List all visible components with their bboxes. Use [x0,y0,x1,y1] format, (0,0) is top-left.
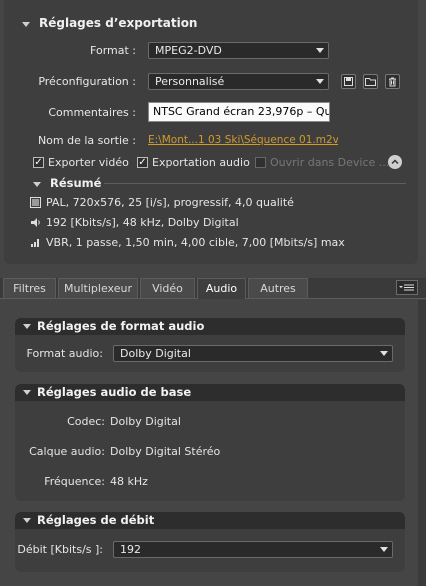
chevron-down-icon [316,48,324,53]
panel-menu-button[interactable] [396,280,418,295]
scrollbar[interactable] [418,300,426,586]
collapse-triangle-icon [23,518,31,523]
preset-dropdown[interactable]: Personnalisé [148,73,329,90]
preset-value: Personnalisé [155,75,225,88]
section-title: Réglages audio de base [37,385,192,399]
audio-format-dropdown[interactable]: Dolby Digital [113,345,393,362]
panel-title: Réglages d’exportation [39,16,198,30]
summary-collapse-triangle-icon[interactable] [33,182,41,187]
export-settings-panel: Réglages d’exportation Format : MPEG2-DV… [4,0,418,264]
tab-multiplexeur[interactable]: Multiplexeur [58,278,138,298]
output-path-link[interactable]: E:\Mont...1 03 Ski\Séquence 01.m2v [148,134,338,146]
section-header[interactable]: Réglages de format audio [15,318,405,335]
section-title: Réglages de débit [37,513,155,527]
collapse-triangle-icon[interactable] [22,22,30,27]
tab-audio[interactable]: Audio [197,278,246,299]
folder-icon [365,78,376,86]
menu-icon [399,284,414,291]
section-header[interactable]: Réglages de débit [15,512,405,529]
bitrate-dropdown[interactable]: 192 [113,541,393,558]
collapse-up-button[interactable] [388,155,402,169]
chevron-down-icon [316,79,324,84]
comments-label: Commentaires : [48,106,136,119]
trash-icon [389,77,396,86]
preset-label: Préconfiguration : [38,75,136,88]
frequency-value: 48 kHz [110,475,148,488]
section-title: Réglages de format audio [37,319,205,333]
tab-video[interactable]: Vidéo [140,278,195,298]
divider [104,183,406,184]
audio-format-section: Réglages de format audio Format audio: D… [15,318,405,372]
comments-field[interactable]: NTSC Grand écran 23,976p – Qualité [148,102,330,122]
audio-layer-label: Calque audio: [29,445,105,458]
section-header[interactable]: Réglages audio de base [15,384,405,401]
output-name-label: Nom de la sortie : [37,134,136,147]
audio-layer-value: Dolby Digital Stéréo [110,445,221,458]
export-video-checkbox[interactable]: ✓ [33,157,44,168]
save-icon [344,77,353,86]
tab-filtres[interactable]: Filtres [3,278,56,298]
codec-value: Dolby Digital [110,415,181,428]
delete-preset-button[interactable] [385,74,400,89]
summary-video: PAL, 720x576, 25 [i/s], progressif, 4,0 … [46,196,294,209]
speaker-icon [31,218,40,227]
summary-audio: 192 [Kbits/s], 48 kHz, Dolby Digital [46,216,239,229]
bitrate-value: 192 [120,543,141,556]
audio-format-label: Format audio: [26,347,103,360]
import-preset-button[interactable] [363,74,378,89]
summary-title: Résumé [50,176,102,190]
bitrate-bars-icon [31,239,39,247]
codec-label: Codec: [67,415,105,428]
chevron-down-icon [380,547,388,552]
bitrate-section: Réglages de débit Débit [Kbits/s ]: 192 [15,512,405,572]
collapse-triangle-icon [23,324,31,329]
save-preset-button[interactable] [341,74,356,89]
tab-autres[interactable]: Autres [248,278,308,298]
export-video-label: Exporter vidéo [48,156,129,169]
summary-bitrate: VBR, 1 passe, 1,50 min, 4,00 cible, 7,00… [46,236,345,249]
bitrate-label: Débit [Kbits/s ]: [17,543,103,556]
frequency-label: Fréquence: [44,475,105,488]
export-audio-label: Exportation audio [152,156,250,169]
audio-basic-section: Réglages audio de base Codec: Dolby Digi… [15,384,405,501]
audio-format-value: Dolby Digital [120,347,191,360]
format-dropdown[interactable]: MPEG2-DVD [148,42,329,59]
export-audio-checkbox[interactable]: ✓ [137,157,148,168]
collapse-triangle-icon [23,390,31,395]
format-value: MPEG2-DVD [155,44,222,57]
open-device-label: Ouvrir dans Device ... [270,156,390,169]
format-label: Format : [90,44,136,57]
chevron-down-icon [380,351,388,356]
video-film-icon [30,197,41,208]
open-device-checkbox[interactable] [255,157,266,168]
chevron-up-icon [391,159,399,165]
